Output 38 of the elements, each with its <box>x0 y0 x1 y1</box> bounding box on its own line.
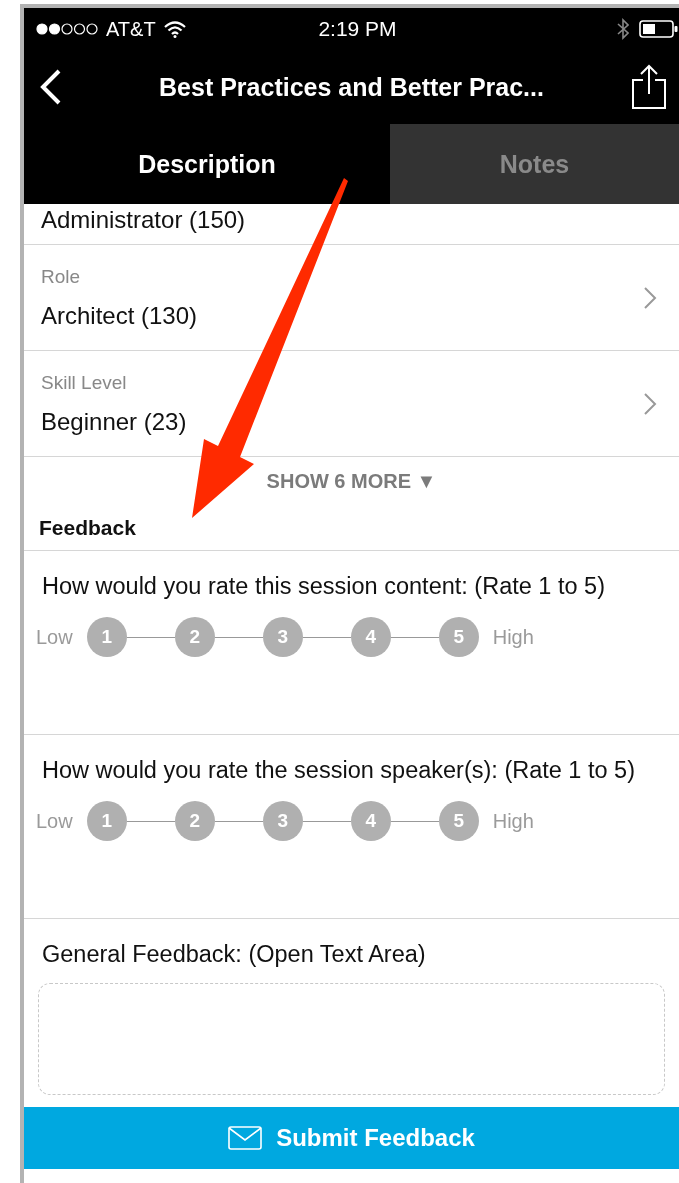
scale-high-label: High <box>492 809 534 833</box>
section-heading: Feedback <box>39 515 136 540</box>
filter-label: Skill Level <box>41 371 128 394</box>
status-time: 2:19 PM <box>318 17 397 41</box>
rating-option[interactable]: 4 <box>350 617 391 657</box>
rating-option[interactable]: 1 <box>86 617 127 657</box>
chevron-icon <box>643 285 657 310</box>
filter-value: Administrator (150) <box>41 206 246 234</box>
rating-option[interactable]: 5 <box>438 801 479 841</box>
filter-value: Architect (130) <box>41 301 198 330</box>
rating-option[interactable]: 3 <box>262 801 303 841</box>
question-text: General Feedback: (Open Text Area) <box>41 940 427 969</box>
chevron-icon <box>643 391 657 416</box>
rating-option[interactable]: 3 <box>262 617 303 657</box>
battery-icon <box>639 19 679 39</box>
rating-option[interactable]: 4 <box>350 801 391 841</box>
filter-label: Role <box>41 265 82 288</box>
scale-high-label: High <box>492 625 534 649</box>
show-more-button[interactable]: SHOW 6 MORE ▼ <box>260 468 443 494</box>
wifi-icon <box>163 20 186 38</box>
scale-low-label: Low <box>36 625 73 649</box>
submit-button[interactable]: Submit Feedback <box>24 1107 679 1169</box>
question-text: How would you rate the session speaker(s): (Rate 1 to 5) <box>42 756 636 785</box>
envelope-icon <box>228 1126 263 1150</box>
back-icon[interactable] <box>40 69 62 105</box>
tab[interactable]: Notes <box>390 124 679 204</box>
signal-icon <box>36 22 98 36</box>
bluetooth-icon <box>617 18 629 40</box>
question-text: How would you rate this session content: (Rate 1 to 5) <box>42 572 606 601</box>
rating-option[interactable]: 2 <box>174 617 215 657</box>
scale-low-label: Low <box>36 809 73 833</box>
rating-option[interactable]: 1 <box>86 801 127 841</box>
share-icon[interactable] <box>631 64 667 110</box>
filter-value: Beginner (23) <box>41 407 187 436</box>
screen-title: Best Practices and Better Prac... <box>158 72 545 102</box>
carrier-name: AT&T <box>106 17 156 41</box>
rating-option[interactable]: 5 <box>438 617 479 657</box>
rating-option[interactable]: 2 <box>174 801 215 841</box>
